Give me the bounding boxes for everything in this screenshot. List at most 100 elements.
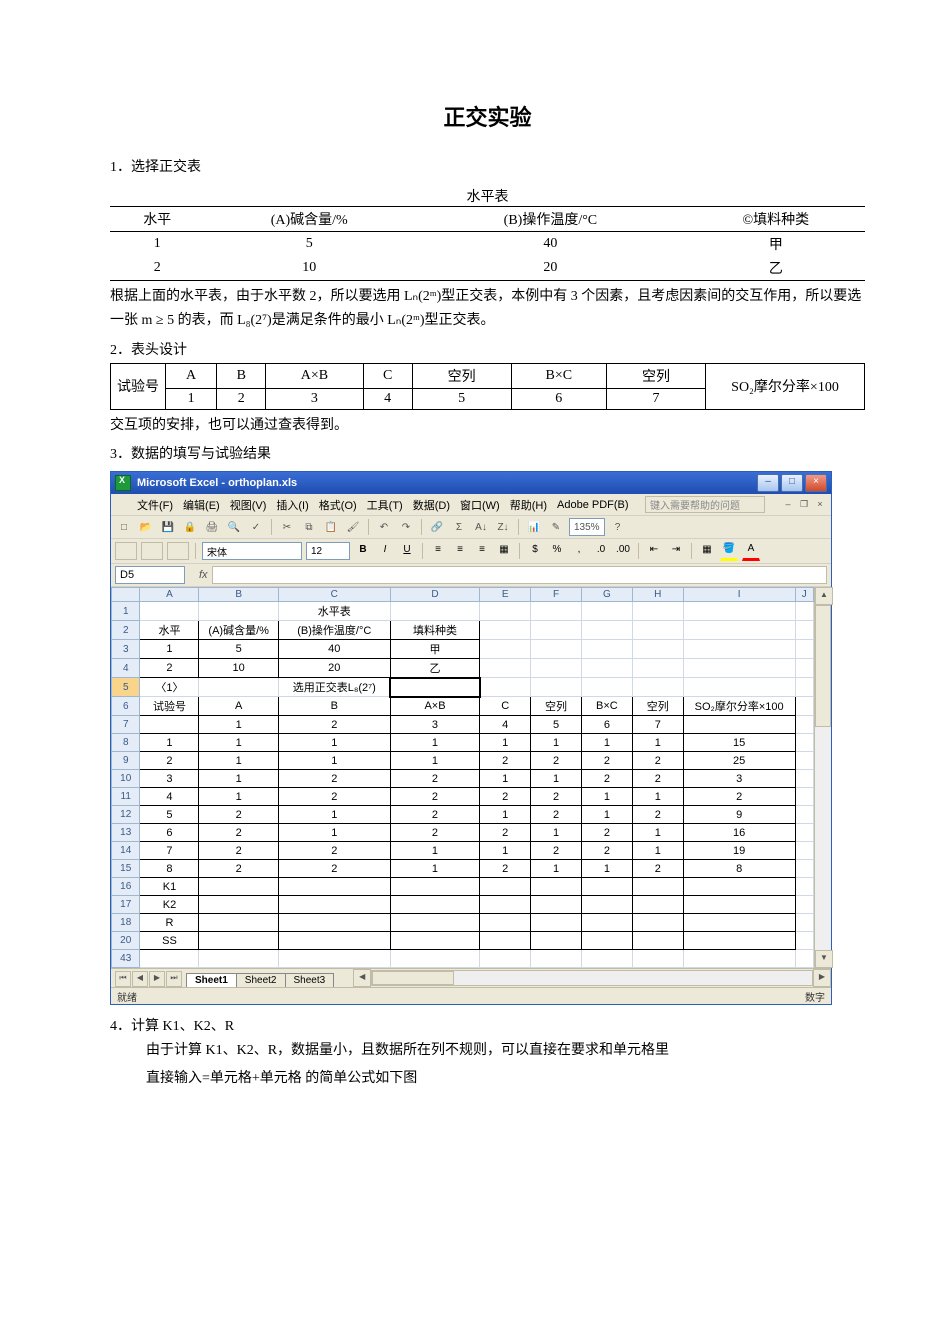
align-center-icon[interactable]: ≡	[451, 542, 469, 560]
menu-window[interactable]: 窗口(W)	[460, 497, 500, 513]
row-header-17[interactable]: 17	[112, 896, 140, 914]
spell-icon[interactable]: ✓	[247, 518, 265, 536]
cell-I14[interactable]: 19	[683, 842, 795, 860]
cell-A15[interactable]: 8	[140, 860, 199, 878]
cell-B2[interactable]: (A)碱含量/%	[199, 621, 278, 640]
cell-J13[interactable]	[795, 824, 813, 842]
cell-A7[interactable]	[140, 716, 199, 734]
cell-F9[interactable]: 2	[531, 752, 582, 770]
cell-J4[interactable]	[795, 659, 813, 678]
cell-G43[interactable]	[581, 950, 632, 968]
cell-H7[interactable]: 7	[632, 716, 683, 734]
cell-C17[interactable]	[278, 896, 390, 914]
cell-J2[interactable]	[795, 621, 813, 640]
cell-E7[interactable]: 4	[480, 716, 531, 734]
cell-H11[interactable]: 1	[632, 788, 683, 806]
paste-icon[interactable]: 📋	[322, 518, 340, 536]
cell-H1[interactable]	[632, 602, 683, 621]
cell-I6[interactable]: SO₂摩尔分率×100	[683, 697, 795, 716]
pdf-icon[interactable]	[115, 542, 137, 560]
cell-G10[interactable]: 2	[581, 770, 632, 788]
cell-H14[interactable]: 1	[632, 842, 683, 860]
cell-B15[interactable]: 2	[199, 860, 278, 878]
cell-G11[interactable]: 1	[581, 788, 632, 806]
hscroll-thumb[interactable]	[372, 971, 454, 985]
cell-B12[interactable]: 2	[199, 806, 278, 824]
cell-B43[interactable]	[199, 950, 278, 968]
cell-E13[interactable]: 2	[480, 824, 531, 842]
cell-I3[interactable]	[683, 640, 795, 659]
borders-icon[interactable]: ▦	[698, 542, 716, 560]
cell-G13[interactable]: 2	[581, 824, 632, 842]
doc-minimize-button[interactable]: –	[781, 499, 795, 511]
cell-J12[interactable]	[795, 806, 813, 824]
cell-F6[interactable]: 空列	[531, 697, 582, 716]
cell-A13[interactable]: 6	[140, 824, 199, 842]
row-header-13[interactable]: 13	[112, 824, 140, 842]
cell-D12[interactable]: 2	[390, 806, 480, 824]
cell-B7[interactable]: 1	[199, 716, 278, 734]
cell-C20[interactable]	[278, 932, 390, 950]
cell-H17[interactable]	[632, 896, 683, 914]
cell-C3[interactable]: 40	[278, 640, 390, 659]
cell-C2[interactable]: (B)操作温度/°C	[278, 621, 390, 640]
cell-E10[interactable]: 1	[480, 770, 531, 788]
cell-I1[interactable]	[683, 602, 795, 621]
menu-data[interactable]: 数据(D)	[413, 497, 450, 513]
cell-J17[interactable]	[795, 896, 813, 914]
cell-B18[interactable]	[199, 914, 278, 932]
cell-H9[interactable]: 2	[632, 752, 683, 770]
row-header-10[interactable]: 10	[112, 770, 140, 788]
cell-H10[interactable]: 2	[632, 770, 683, 788]
row-header-5[interactable]: 5	[112, 678, 140, 697]
merge-icon[interactable]: ▦	[495, 542, 513, 560]
cell-H20[interactable]	[632, 932, 683, 950]
cell-F16[interactable]	[531, 878, 582, 896]
cell-J6[interactable]	[795, 697, 813, 716]
row-header-15[interactable]: 15	[112, 860, 140, 878]
cell-D43[interactable]	[390, 950, 480, 968]
cell-G4[interactable]	[581, 659, 632, 678]
formula-bar[interactable]	[212, 566, 827, 584]
cell-D10[interactable]: 2	[390, 770, 480, 788]
row-header-20[interactable]: 20	[112, 932, 140, 950]
menu-file[interactable]: 文件(F)	[137, 497, 173, 513]
cell-J1[interactable]	[795, 602, 813, 621]
sheet-tab-2[interactable]: Sheet2	[236, 973, 286, 987]
cell-I9[interactable]: 25	[683, 752, 795, 770]
cell-C4[interactable]: 20	[278, 659, 390, 678]
cell-D3[interactable]: 甲	[390, 640, 480, 659]
cell-D6[interactable]: A×B	[390, 697, 480, 716]
cell-D11[interactable]: 2	[390, 788, 480, 806]
italic-button[interactable]: I	[376, 542, 394, 560]
name-box[interactable]: D5	[115, 566, 185, 584]
chart-icon[interactable]: 📊	[525, 518, 543, 536]
menu-edit[interactable]: 编辑(E)	[183, 497, 220, 513]
cell-F14[interactable]: 2	[531, 842, 582, 860]
cell-C16[interactable]	[278, 878, 390, 896]
cell-C10[interactable]: 2	[278, 770, 390, 788]
cell-C13[interactable]: 1	[278, 824, 390, 842]
cell-A4[interactable]: 2	[140, 659, 199, 678]
cell-G8[interactable]: 1	[581, 734, 632, 752]
cell-G14[interactable]: 2	[581, 842, 632, 860]
cell-I7[interactable]	[683, 716, 795, 734]
drawing-icon[interactable]: ✎	[547, 518, 565, 536]
cell-G7[interactable]: 6	[581, 716, 632, 734]
cell-E5[interactable]	[480, 678, 531, 697]
vscroll-thumb[interactable]	[815, 605, 831, 727]
cell-I17[interactable]	[683, 896, 795, 914]
fill-color-icon[interactable]: 🪣	[720, 541, 738, 561]
dec-decimal-icon[interactable]: .00	[614, 542, 632, 560]
cell-A17[interactable]: K2	[140, 896, 199, 914]
cell-A10[interactable]: 3	[140, 770, 199, 788]
cell-C11[interactable]: 2	[278, 788, 390, 806]
bold-button[interactable]: B	[354, 542, 372, 560]
cell-A14[interactable]: 7	[140, 842, 199, 860]
cell-A6[interactable]: 试验号	[140, 697, 199, 716]
cell-A2[interactable]: 水平	[140, 621, 199, 640]
cell-D4[interactable]: 乙	[390, 659, 480, 678]
sheet-tab-3[interactable]: Sheet3	[285, 973, 335, 987]
cell-I2[interactable]	[683, 621, 795, 640]
new-icon[interactable]: □	[115, 518, 133, 536]
